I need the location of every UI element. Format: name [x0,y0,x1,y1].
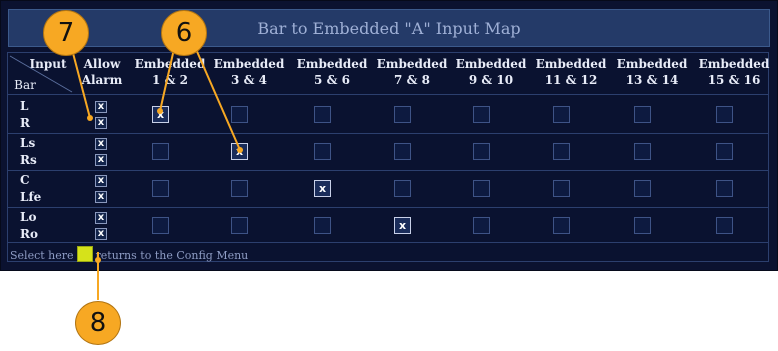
allow-alarm-checkbox[interactable]: x [95,228,107,240]
callout-7: 7 [43,10,89,56]
column-header-line2: 5 & 6 [314,73,350,87]
column-header-line2: 9 & 10 [468,73,514,87]
footer-text-before: Select here [10,249,74,262]
header-divider [7,94,769,95]
map-cell-checkbox[interactable] [553,217,570,234]
row-label-top: Ls [20,136,36,150]
allow-alarm-checkbox[interactable]: x [95,138,107,150]
map-cell-checkbox[interactable] [716,143,733,160]
config-menu-select-button[interactable] [76,246,93,262]
map-cell-checkbox[interactable] [473,180,490,197]
column-header-line1: Embedded [698,57,770,71]
allow-alarm-checkbox[interactable]: x [95,154,107,166]
column-header-line2: 1 & 2 [152,73,188,87]
map-cell-checkbox[interactable] [634,217,651,234]
allow-alarm-checkbox[interactable]: x [95,212,107,224]
map-cell-checkbox[interactable] [314,143,331,160]
footer-text-after: returns to the Config Menu [95,249,249,262]
map-cell-checkbox[interactable] [553,180,570,197]
column-header-line2: 7 & 8 [394,73,430,87]
map-cell-checkbox[interactable] [314,217,331,234]
map-cell-checkbox[interactable] [314,106,331,123]
map-cell-checkbox[interactable] [231,106,248,123]
column-header-line2: 3 & 4 [231,73,267,87]
map-cell-checkbox[interactable] [473,217,490,234]
column-header-line1: Embedded [616,57,688,71]
row-label-top: L [20,99,29,113]
map-cell-checkbox[interactable] [473,143,490,160]
map-cell-checkbox[interactable] [716,106,733,123]
map-cell-checkbox[interactable] [473,106,490,123]
allow-alarm-header-line1: Allow [83,57,121,71]
row-label-bottom: Lfe [20,190,42,204]
column-header-line1: Embedded [296,57,368,71]
row-divider-3 [7,207,769,208]
map-cell-checkbox[interactable] [634,106,651,123]
column-header-line1: Embedded [376,57,448,71]
footer-instruction: Select here returns to the Config Menu [10,246,248,262]
map-cell-checkbox[interactable] [152,217,169,234]
column-header-line1: Embedded [134,57,206,71]
map-cell-checkbox[interactable] [553,143,570,160]
map-cell-checkbox[interactable] [394,106,411,123]
map-cell-checkbox[interactable] [634,143,651,160]
row-label-bottom: Ro [20,227,38,241]
column-header-line1: Embedded [455,57,527,71]
callout-8: 8 [75,301,121,345]
map-cell-checkbox[interactable]: x [394,217,411,234]
map-cell-checkbox[interactable]: x [231,143,248,160]
map-cell-checkbox[interactable] [634,180,651,197]
column-header-line1: Embedded [535,57,607,71]
bar-header-label: Bar [14,78,36,92]
map-cell-checkbox[interactable] [553,106,570,123]
footer-divider [7,242,769,243]
map-cell-checkbox[interactable] [716,217,733,234]
allow-alarm-header-line2: Alarm [81,73,123,87]
allow-alarm-checkbox[interactable]: x [95,117,107,129]
title-bar: Bar to Embedded "A" Input Map [8,9,770,47]
row-divider-2 [7,170,769,171]
map-cell-checkbox[interactable] [152,180,169,197]
map-cell-checkbox[interactable]: x [152,106,169,123]
allow-alarm-checkbox[interactable]: x [95,175,107,187]
row-label-bottom: R [20,116,30,130]
map-cell-checkbox[interactable] [231,180,248,197]
column-header-line2: 15 & 16 [707,73,761,87]
column-header-line1: Embedded [213,57,285,71]
map-cell-checkbox[interactable] [716,180,733,197]
row-label-top: Lo [20,210,37,224]
input-header-label: Input [29,57,67,71]
row-label-top: C [20,173,30,187]
allow-alarm-checkbox[interactable]: x [95,101,107,113]
map-cell-checkbox[interactable] [394,143,411,160]
column-header-line2: 11 & 12 [544,73,598,87]
allow-alarm-checkbox[interactable]: x [95,191,107,203]
map-cell-checkbox[interactable] [152,143,169,160]
row-label-bottom: Rs [20,153,37,167]
column-header-line2: 13 & 14 [625,73,679,87]
map-cell-checkbox[interactable] [231,217,248,234]
row-divider-1 [7,133,769,134]
callout-6: 6 [161,10,207,56]
map-cell-checkbox[interactable]: x [314,180,331,197]
map-cell-checkbox[interactable] [394,180,411,197]
page-title: Bar to Embedded "A" Input Map [257,19,521,38]
